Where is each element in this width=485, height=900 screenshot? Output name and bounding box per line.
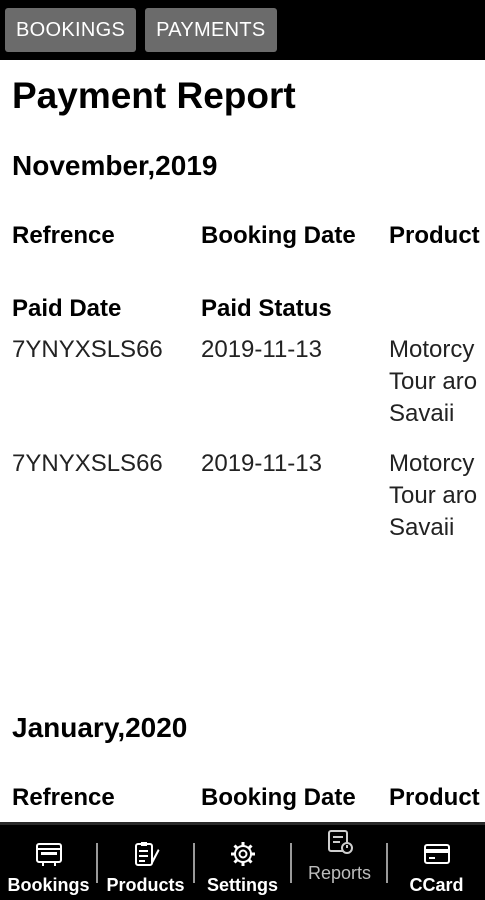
gear-icon (228, 839, 258, 869)
bottom-nav: Bookings Products Settings Reports CCard (0, 822, 485, 900)
report-content[interactable]: Payment Report November,2019 Refrence Bo… (0, 60, 485, 822)
top-bar: BOOKINGS PAYMENTS (0, 0, 485, 60)
row-2-booking-date: 2019-11-13 (201, 450, 322, 477)
header-product: Product (389, 222, 480, 249)
row-1-product-line-3: Savaii (389, 400, 455, 427)
nav-reports-label: Reports (307, 863, 372, 883)
row-2-product-line-1: Motorcy (389, 450, 475, 477)
nav-bookings[interactable]: Bookings (0, 825, 97, 900)
header-paid-date: Paid Date (12, 295, 122, 322)
section-month: November,2019 (12, 150, 218, 181)
bookings-icon (34, 839, 64, 869)
reports-icon (325, 827, 355, 857)
section-month: January,2020 (12, 712, 188, 743)
nav-reports[interactable]: Reports (292, 825, 387, 900)
nav-bookings-label: Bookings (7, 875, 90, 895)
header-reference: Refrence (12, 784, 115, 811)
page-title: Payment Report (12, 75, 296, 116)
row-2-reference: 7YNYXSLS66 (12, 450, 163, 477)
credit-card-icon (422, 839, 452, 869)
nav-settings-label: Settings (206, 875, 278, 895)
row-1-product-line-2: Tour aro (389, 368, 478, 395)
header-booking-date: Booking Date (201, 784, 356, 811)
report-section-january-2020: January,2020 Refrence Booking Date Produ… (0, 712, 485, 822)
nav-ccard-label: CCard (409, 875, 464, 895)
report-section-november-2019: November,2019 Refrence Booking Date Prod… (0, 150, 485, 650)
nav-products[interactable]: Products (98, 825, 193, 900)
row-2-product-line-2: Tour aro (389, 482, 478, 509)
header-reference: Refrence (12, 222, 115, 249)
header-booking-date: Booking Date (201, 222, 356, 249)
header-product: Product (389, 784, 480, 811)
row-1-product-line-1: Motorcy (389, 336, 475, 363)
row-1-reference: 7YNYXSLS66 (12, 336, 163, 363)
row-2-product-line-3: Savaii (389, 514, 455, 541)
nav-ccard[interactable]: CCard (388, 825, 485, 900)
header-paid-status: Paid Status (201, 295, 332, 322)
row-1-booking-date: 2019-11-13 (201, 336, 322, 363)
bookings-tab[interactable]: BOOKINGS (5, 8, 137, 52)
nav-products-label: Products (106, 875, 185, 895)
nav-settings[interactable]: Settings (195, 825, 290, 900)
products-icon (131, 839, 161, 869)
payments-tab[interactable]: PAYMENTS (145, 8, 277, 52)
